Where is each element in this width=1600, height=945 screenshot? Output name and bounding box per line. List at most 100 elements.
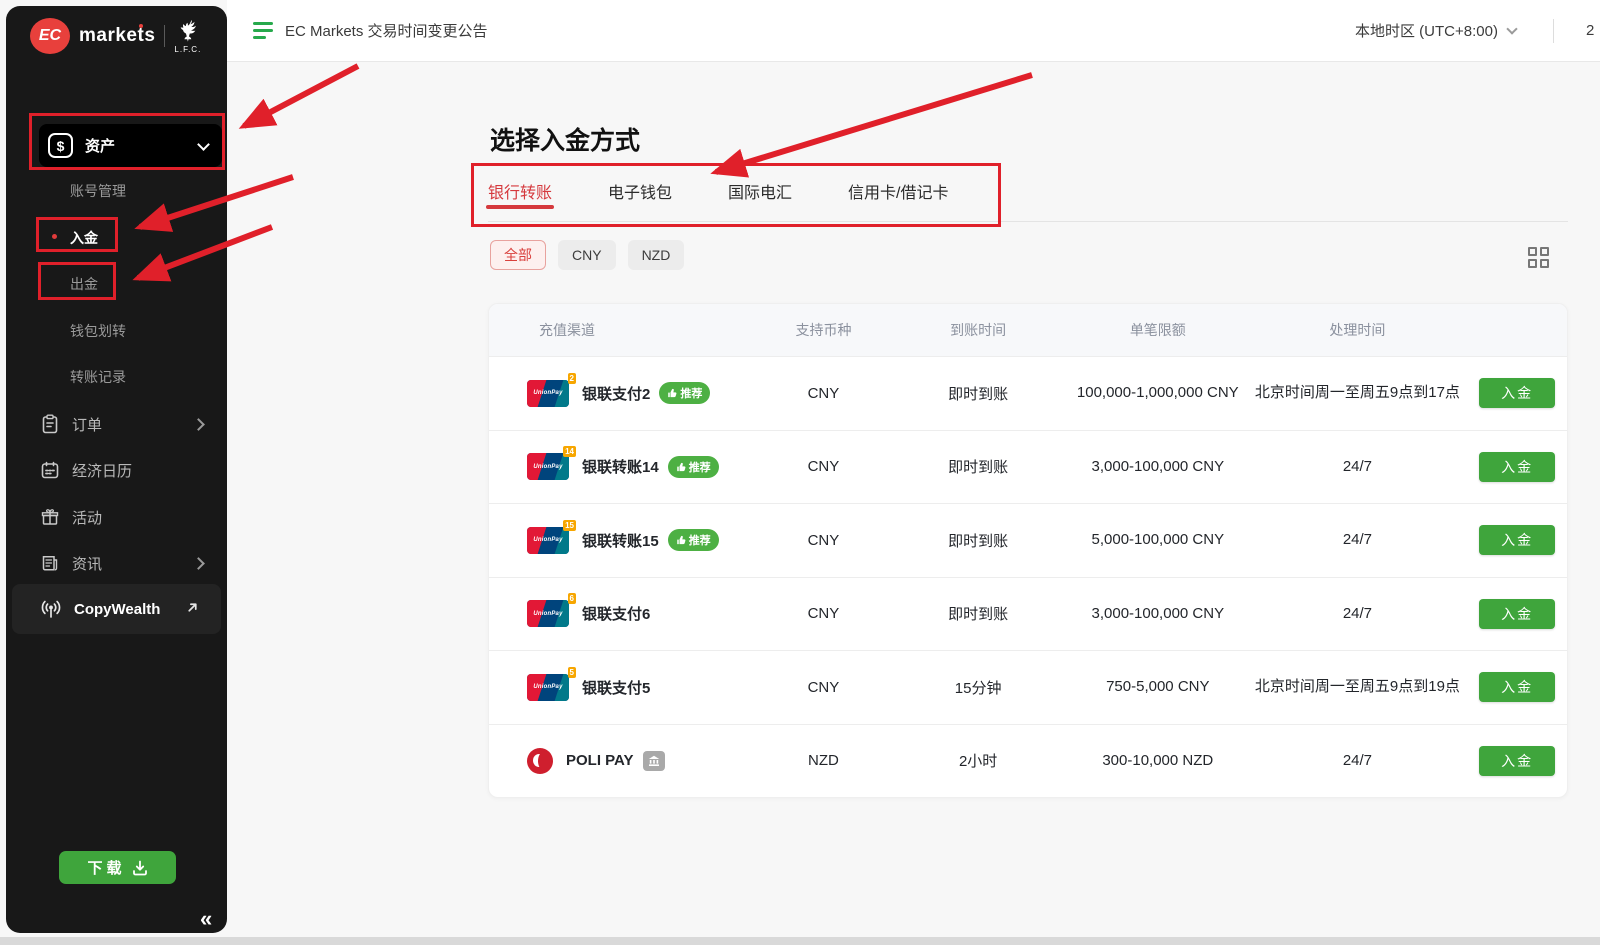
channel-name: 银联转账14 [582,456,659,477]
table-row: UnionPay5 银联支付5 CNY 15分钟 750-5,000 CNY 北… [489,650,1567,724]
currency-filters: 全部 CNY NZD [490,240,684,270]
brand-logo: EC markets L.F.C. [30,18,201,54]
bank-icon [643,751,665,771]
row-limit: 5,000-100,000 CNY [1068,529,1248,551]
tab-e-wallet[interactable]: 电子钱包 [608,173,672,221]
channel-number-badge: 6 [568,593,576,604]
sidebar-item-account-management[interactable]: 账号管理 [70,181,126,201]
sidebar-item-transfer-records[interactable]: 转账记录 [70,367,126,387]
header-currency: 支持币种 [759,320,889,340]
sidebar-item-orders[interactable]: 订单 [6,412,227,436]
download-button[interactable]: 下载 [59,851,176,884]
row-limit: 3,000-100,000 CNY [1068,603,1248,625]
active-dot-icon [52,234,57,239]
dollar-square-icon: $ [48,133,73,158]
row-arrival: 即时到账 [888,603,1068,624]
page-bottom-strip [0,937,1600,945]
clipboard-icon [40,414,60,434]
channel-number-badge: 2 [568,373,576,384]
table-row: UnionPay2 银联支付2 推荐 CNY 即时到账 100,000-1,00… [489,356,1567,430]
row-processing: 北京时间周一至周五9点到17点 [1248,382,1468,404]
sidebar-item-label: 订单 [72,414,102,435]
header-limit: 单笔限额 [1068,320,1248,340]
liver-bird-icon [176,19,200,47]
deposit-button[interactable]: 入金 [1479,378,1555,408]
download-label: 下载 [87,857,125,878]
gift-icon [40,507,60,527]
lfc-logo: L.F.C. [174,19,201,54]
sidebar-item-activities[interactable]: 活动 [6,505,227,529]
chevron-down-icon [1506,23,1517,34]
chevron-right-icon [192,557,205,570]
row-arrival: 2小时 [888,750,1068,771]
channel-number-badge: 14 [563,446,576,457]
filter-cny[interactable]: CNY [558,240,616,270]
deposit-button[interactable]: 入金 [1479,746,1555,776]
unionpay-card-icon: UnionPay14 [527,453,569,480]
table-row: UnionPay15 银联转账15 推荐 CNY 即时到账 5,000-100,… [489,503,1567,577]
sidebar-item-label: 经济日历 [72,460,132,481]
sidebar-collapse-button[interactable]: « [200,906,212,932]
row-arrival: 即时到账 [888,456,1068,477]
deposit-button[interactable]: 入金 [1479,599,1555,629]
announcement-lines-icon [253,22,273,39]
deposit-button[interactable]: 入金 [1479,452,1555,482]
tab-credit-debit-card[interactable]: 信用卡/借记卡 [848,173,948,221]
announcement-bar[interactable]: EC Markets 交易时间变更公告 [253,0,488,61]
row-processing: 24/7 [1248,750,1468,772]
app-window: EC markets L.F.C. $ 资产 账号管理 入金 出金 钱包划转 转… [0,0,1600,945]
filter-nzd[interactable]: NZD [628,240,685,270]
sidebar-item-label: 资产 [85,135,115,156]
timezone-selector[interactable]: 本地时区 (UTC+8:00) [1355,0,1516,61]
unionpay-card-icon: UnionPay2 [527,380,569,407]
sidebar-item-withdraw[interactable]: 出金 [70,274,98,294]
deposit-button[interactable]: 入金 [1479,525,1555,555]
table-row: UnionPay14 银联转账14 推荐 CNY 即时到账 3,000-100,… [489,430,1567,504]
row-processing: 24/7 [1248,529,1468,551]
sidebar-item-assets[interactable]: $ 资产 [39,124,222,167]
deposit-method-tabs: 银行转账 电子钱包 国际电汇 信用卡/借记卡 [488,173,1568,222]
unionpay-card-icon: UnionPay5 [527,674,569,701]
sidebar-item-wallet-transfer[interactable]: 钱包划转 [70,321,126,341]
topbar: EC Markets 交易时间变更公告 本地时区 (UTC+8:00) 2 [227,0,1600,62]
row-currency: CNY [759,605,889,622]
timezone-label: 本地时区 (UTC+8:00) [1355,20,1498,41]
sidebar-item-label: 活动 [72,507,102,528]
table-header-row: 充值渠道 支持币种 到账时间 单笔限额 处理时间 [489,304,1567,356]
filter-all[interactable]: 全部 [490,240,546,270]
deposit-channels-table: 充值渠道 支持币种 到账时间 单笔限额 处理时间 UnionPay2 银联支付2… [488,303,1568,798]
topbar-divider [1553,19,1554,43]
grid-view-icon[interactable] [1528,247,1549,268]
sidebar-item-copywealth[interactable]: CopyWealth [12,584,221,634]
unionpay-card-icon: UnionPay15 [527,527,569,554]
channel-name: 银联支付2 [582,383,650,404]
news-icon [40,553,60,573]
row-processing: 24/7 [1248,456,1468,478]
unionpay-card-icon: UnionPay6 [527,600,569,627]
sidebar-item-news[interactable]: 资讯 [6,551,227,575]
thumb-up-icon [667,388,677,398]
sidebar-item-economic-calendar[interactable]: 经济日历 [6,458,227,482]
deposit-button[interactable]: 入金 [1479,672,1555,702]
header-processing-time: 处理时间 [1248,320,1468,340]
channel-name: 银联转账15 [582,530,659,551]
row-currency: CNY [759,385,889,402]
row-arrival: 即时到账 [888,530,1068,551]
row-currency: CNY [759,458,889,475]
chevron-right-icon [192,418,205,431]
thumb-up-icon [676,535,686,545]
tab-bank-transfer[interactable]: 银行转账 [488,173,552,221]
sidebar-item-label: 入金 [70,230,98,246]
sidebar-item-deposit[interactable]: 入金 [70,228,98,248]
row-currency: CNY [759,532,889,549]
row-limit: 750-5,000 CNY [1068,676,1248,698]
row-currency: CNY [759,679,889,696]
row-processing: 24/7 [1248,603,1468,625]
brand-name: markets [79,25,155,47]
tab-international-wire[interactable]: 国际电汇 [728,173,792,221]
header-channel: 充值渠道 [489,320,759,340]
page-title: 选择入金方式 [490,121,640,157]
calendar-icon [40,460,60,480]
main-content: 选择入金方式 银行转账 电子钱包 国际电汇 信用卡/借记卡 全部 CNY NZD… [227,61,1600,937]
channel-number-badge: 15 [563,520,576,531]
